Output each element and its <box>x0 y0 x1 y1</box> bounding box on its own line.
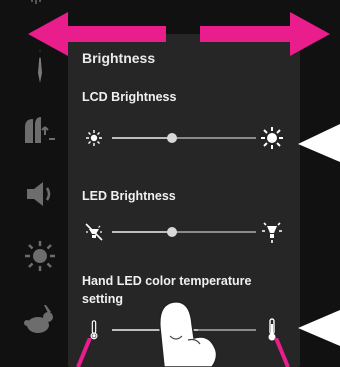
lcd-slider-knob[interactable] <box>167 133 178 143</box>
lcd-slider-fill <box>112 137 173 139</box>
callout-pointer-icon <box>298 124 340 162</box>
pink-pointer-left <box>76 338 92 367</box>
brightness-icon[interactable] <box>22 238 58 274</box>
led-brightness-slider[interactable] <box>78 220 290 244</box>
hand-led-temp-label-line1: Hand LED color temperature <box>82 274 252 288</box>
sun-small-icon <box>86 130 102 146</box>
swipe-arrow-icon <box>28 12 330 56</box>
sun-large-icon <box>261 127 283 149</box>
led-off-icon <box>85 223 103 241</box>
pink-pointer-right <box>274 338 290 367</box>
thread-tension-icon[interactable] <box>22 112 58 148</box>
lcd-slider-track[interactable] <box>112 133 256 143</box>
led-slider-knob[interactable] <box>167 227 178 237</box>
callout-pointer-icon <box>298 310 340 346</box>
lcd-brightness-label: LCD Brightness <box>82 90 177 104</box>
led-slider-fill <box>112 231 173 233</box>
thermometer-low-icon <box>90 320 98 340</box>
led-on-icon <box>262 222 282 243</box>
hand-pointer-icon <box>159 301 218 367</box>
led-slider-track[interactable] <box>112 227 256 237</box>
rabbit-icon[interactable] <box>22 302 58 338</box>
speaker-icon[interactable] <box>22 176 58 212</box>
led-brightness-label: LED Brightness <box>82 189 176 203</box>
lcd-brightness-slider[interactable] <box>78 126 290 150</box>
top-glyph-icon <box>31 0 41 4</box>
